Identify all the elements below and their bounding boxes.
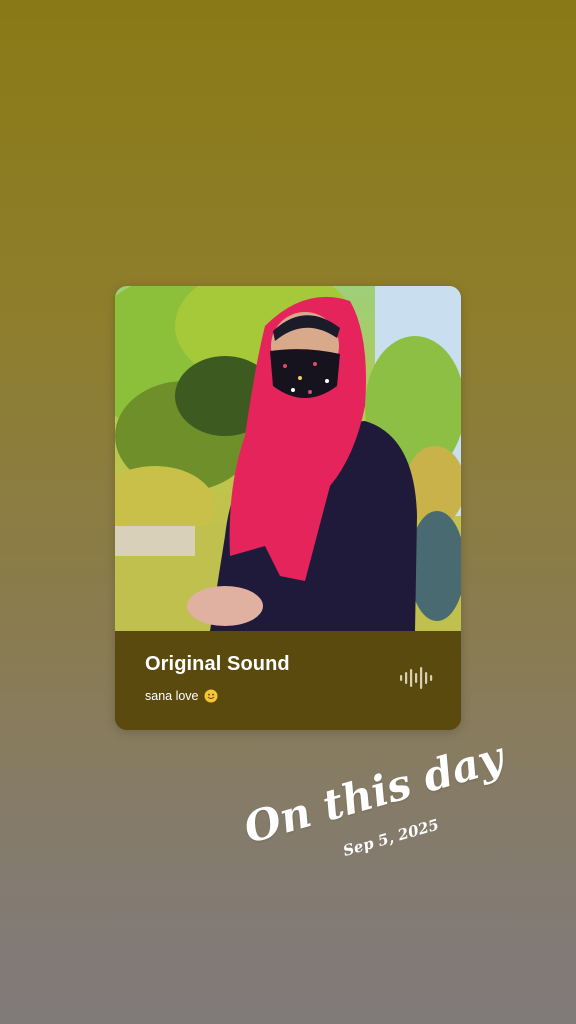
sound-subtitle-text: sana love: [145, 689, 199, 703]
sound-subtitle: sana love: [145, 689, 218, 703]
on-this-day-sticker[interactable]: On this day Sep 5, 2025: [238, 732, 552, 878]
sound-card[interactable]: Original Sound sana love: [115, 286, 461, 730]
audio-wave-icon[interactable]: [399, 667, 433, 689]
smiling-face-emoji-icon: [204, 689, 218, 703]
sound-info[interactable]: Original Sound sana love: [115, 631, 461, 730]
sound-title: Original Sound: [145, 653, 290, 675]
cover-photo-illustration: [115, 286, 461, 631]
cover-photo: [115, 286, 461, 631]
